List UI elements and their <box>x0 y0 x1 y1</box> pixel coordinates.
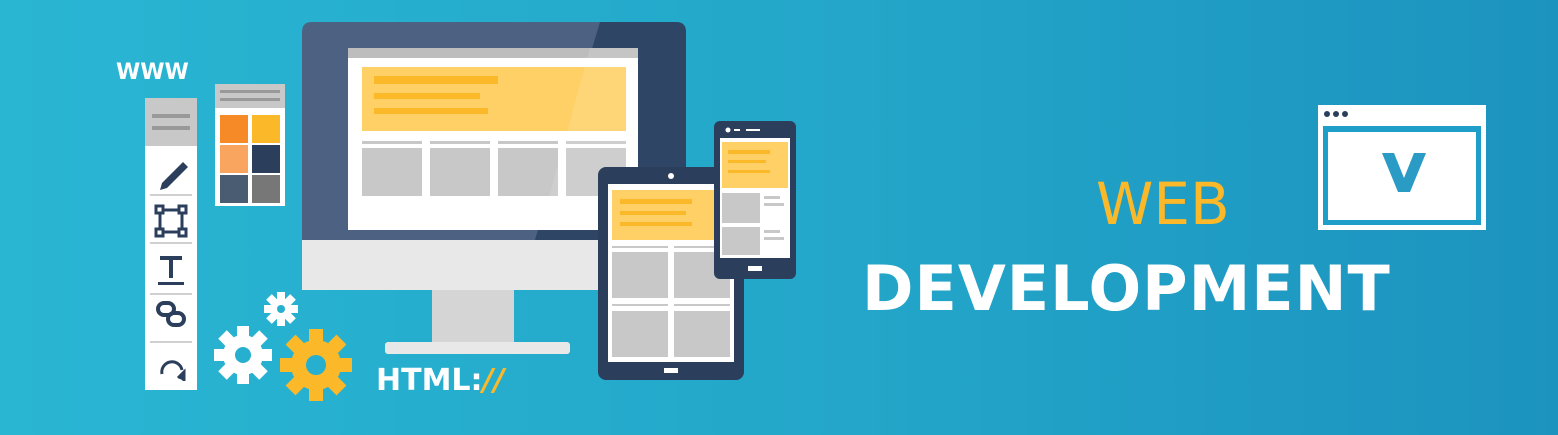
gear-icon <box>214 326 272 384</box>
gear-icon <box>264 292 298 326</box>
color-swatch-panel <box>215 84 285 206</box>
gear-icon <box>280 329 352 401</box>
html-text: HTML: <box>376 363 483 398</box>
html-label: HTML:// <box>376 363 504 398</box>
design-toolbar <box>145 98 197 390</box>
phone-icon <box>714 121 796 279</box>
title-development: DEVELOPMENT <box>862 252 1391 325</box>
illustration <box>145 22 1486 401</box>
www-label: WWW <box>116 60 189 85</box>
browser-check-icon <box>1318 105 1486 230</box>
web-development-banner: WWW HTML:// WEB DEVELOPMENT <box>0 0 1558 435</box>
html-slashes: // <box>482 363 505 398</box>
title-web: WEB <box>1096 170 1230 238</box>
